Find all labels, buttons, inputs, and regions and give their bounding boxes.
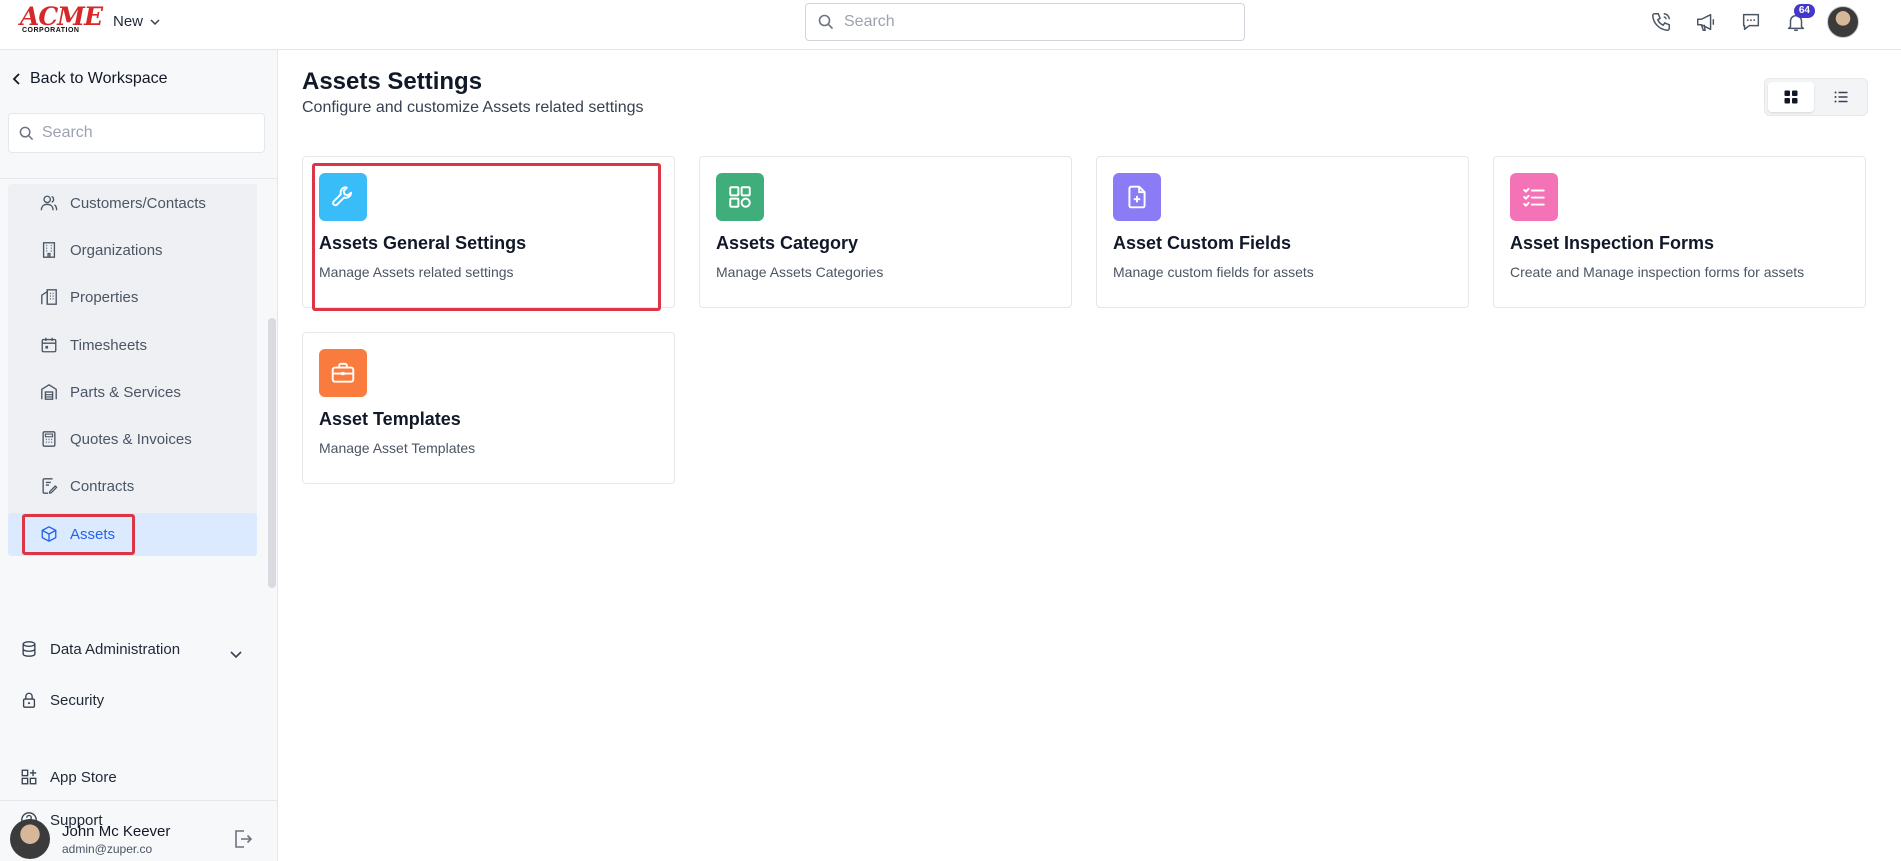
card-asset-templates[interactable]: Asset Templates Manage Asset Templates bbox=[302, 332, 675, 484]
grid-view-button[interactable] bbox=[1768, 82, 1814, 112]
card-title: Asset Templates bbox=[319, 409, 461, 429]
sidebar-item-contracts[interactable]: Contracts bbox=[40, 475, 134, 497]
user-name: John Mc Keever bbox=[62, 822, 171, 840]
card-asset-custom-fields[interactable]: Asset Custom Fields Manage custom fields… bbox=[1096, 156, 1469, 308]
card-description: Manage Assets Categories bbox=[716, 264, 884, 280]
back-to-workspace-link[interactable]: Back to Workspace bbox=[12, 70, 168, 88]
user-email: admin@zuper.co bbox=[62, 841, 153, 856]
new-menu-button[interactable]: New bbox=[113, 13, 161, 30]
sidebar-item-app-store[interactable]: App Store bbox=[20, 766, 117, 788]
sidebar-item-label: Data Administration bbox=[50, 640, 181, 658]
notification-badge: 64 bbox=[1793, 4, 1815, 18]
card-title: Assets General Settings bbox=[319, 233, 527, 253]
card-title: Asset Inspection Forms bbox=[1510, 233, 1715, 253]
profile-avatar[interactable] bbox=[1827, 6, 1859, 38]
chevron-down-icon[interactable] bbox=[229, 647, 243, 661]
contract-icon bbox=[42, 478, 58, 494]
sidebar-scrollbar[interactable] bbox=[268, 318, 276, 588]
calculator-icon bbox=[42, 431, 56, 447]
megaphone-icon bbox=[1696, 13, 1714, 31]
card-description: Manage Assets related settings bbox=[319, 264, 514, 280]
card-description: Create and Manage inspection forms for a… bbox=[1510, 264, 1805, 280]
user-profile[interactable]: John Mc Keever admin@zuper.co bbox=[10, 819, 170, 859]
grid-icon bbox=[729, 186, 751, 208]
property-icon bbox=[41, 289, 57, 305]
database-icon bbox=[22, 641, 36, 657]
card-assets-category[interactable]: Assets Category Manage Assets Categories bbox=[699, 156, 1072, 308]
new-menu-label: New bbox=[113, 13, 144, 30]
card-icon-box bbox=[319, 349, 367, 397]
sidebar-item-organizations[interactable]: Organizations bbox=[40, 239, 163, 261]
card-assets-general-settings[interactable]: Assets General Settings Manage Assets re… bbox=[302, 156, 675, 308]
warehouse-icon bbox=[41, 384, 57, 400]
phone-button[interactable] bbox=[1647, 7, 1674, 37]
card-icon-box bbox=[1113, 173, 1161, 221]
sidebar-item-properties[interactable]: Properties bbox=[40, 286, 138, 308]
sidebar-item-data-administration[interactable]: Data Administration bbox=[20, 638, 180, 660]
sidebar-item-parts-services[interactable]: Parts & Services bbox=[40, 381, 181, 403]
wrench-icon bbox=[332, 186, 353, 207]
sidebar-item-label: Parts & Services bbox=[70, 383, 181, 401]
sidebar-item-label: Customers/Contacts bbox=[70, 194, 206, 212]
search-icon bbox=[818, 14, 834, 30]
top-bar: ACME CORPORATION New 64 bbox=[0, 0, 1901, 50]
sidebar-search-input[interactable] bbox=[42, 124, 252, 142]
sidebar-item-label: App Store bbox=[50, 768, 117, 786]
sidebar-item-quotes-invoices[interactable]: Quotes & Invoices bbox=[40, 428, 192, 450]
acme-logo[interactable]: ACME CORPORATION bbox=[20, 4, 103, 36]
card-icon-box bbox=[319, 173, 367, 221]
building-icon bbox=[42, 242, 56, 258]
card-title: Asset Custom Fields bbox=[1113, 233, 1292, 253]
card-asset-inspection-forms[interactable]: Asset Inspection Forms Create and Manage… bbox=[1493, 156, 1866, 308]
search-icon bbox=[19, 126, 34, 140]
sidebar: Back to Workspace Customers/Contacts Org… bbox=[0, 50, 278, 861]
main-content: Assets Settings Configure and customize … bbox=[279, 50, 1901, 861]
calendar-icon bbox=[41, 337, 57, 353]
card-icon-box bbox=[1510, 173, 1558, 221]
assets-highlight-box bbox=[22, 514, 135, 555]
sidebar-item-security[interactable]: Security bbox=[20, 689, 104, 711]
sidebar-item-label: Organizations bbox=[70, 241, 163, 259]
card-icon-box bbox=[716, 173, 764, 221]
back-to-workspace-label: Back to Workspace bbox=[30, 70, 168, 87]
sidebar-item-customers-contacts[interactable]: Customers/Contacts bbox=[40, 192, 206, 214]
card-description: Manage custom fields for assets bbox=[1113, 264, 1314, 280]
list-view-icon bbox=[1834, 91, 1848, 103]
top-icons: 64 bbox=[1647, 4, 1859, 38]
user-avatar bbox=[10, 819, 50, 859]
sidebar-search[interactable] bbox=[8, 113, 265, 153]
checklist-icon bbox=[1523, 187, 1545, 207]
sidebar-footer-divider bbox=[0, 800, 278, 801]
sidebar-item-label: Properties bbox=[70, 288, 139, 306]
sidebar-item-label: Security bbox=[50, 691, 105, 709]
sidebar-item-label: Contracts bbox=[70, 477, 135, 495]
apps-icon bbox=[21, 769, 37, 785]
sidebar-item-label: Quotes & Invoices bbox=[70, 430, 192, 448]
sidebar-item-label: Timesheets bbox=[70, 336, 147, 354]
sidebar-item-timesheets[interactable]: Timesheets bbox=[40, 334, 147, 356]
list-view-button[interactable] bbox=[1818, 82, 1864, 112]
global-search[interactable] bbox=[805, 3, 1245, 41]
page-title: Assets Settings bbox=[302, 68, 483, 95]
view-toggle bbox=[1764, 78, 1868, 116]
logout-icon[interactable] bbox=[232, 828, 254, 850]
announcement-button[interactable] bbox=[1692, 7, 1719, 37]
sidebar-divider bbox=[0, 178, 278, 179]
notifications-button[interactable]: 64 bbox=[1782, 4, 1815, 37]
phone-icon bbox=[1651, 13, 1670, 31]
file-plus-icon bbox=[1128, 185, 1146, 209]
chat-icon bbox=[1742, 13, 1759, 31]
grid-view-icon bbox=[1784, 90, 1798, 104]
briefcase-icon bbox=[331, 362, 355, 383]
users-icon bbox=[40, 195, 58, 211]
card-description: Manage Asset Templates bbox=[319, 440, 476, 456]
chevron-down-icon bbox=[150, 18, 160, 25]
card-title: Assets Category bbox=[716, 233, 859, 253]
page-subtitle: Configure and customize Assets related s… bbox=[302, 99, 644, 116]
lock-icon bbox=[22, 692, 36, 708]
chat-button[interactable] bbox=[1737, 7, 1764, 37]
global-search-input[interactable] bbox=[844, 13, 1224, 31]
chevron-left-icon bbox=[12, 73, 20, 85]
